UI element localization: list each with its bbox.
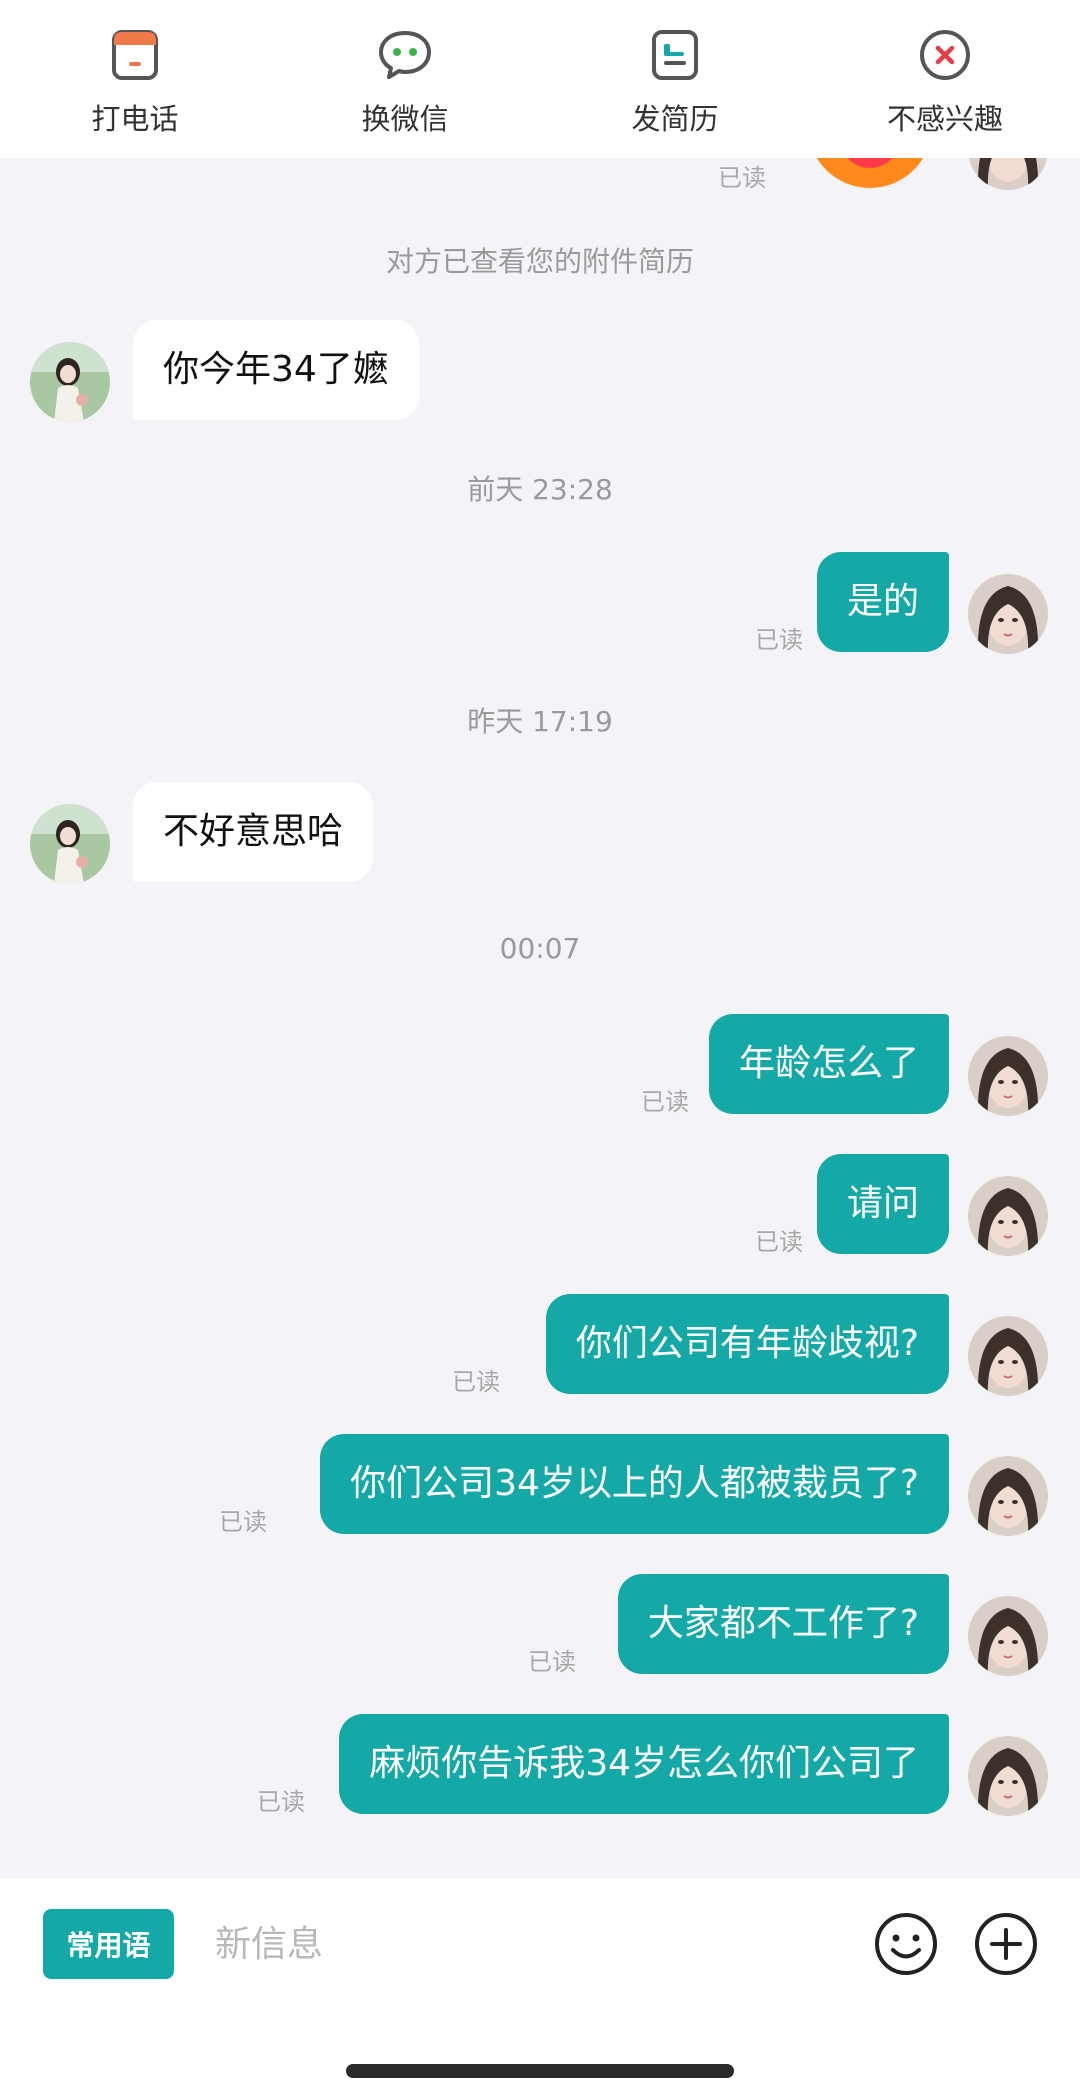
message-bubble-sent[interactable]: 你们公司有年龄歧视? [545,1294,949,1394]
read-status: 已读 [528,1648,576,1676]
not-interested-label: 不感兴趣 [886,102,1003,136]
timestamp: 前天 23:28 [467,473,613,506]
exchange-wechat-label: 换微信 [361,102,449,136]
chat-message-list[interactable]: 已读 对方已查看您的附件简历 你今年34了嬷 前天 23:28 已读 是的 昨天… [0,158,1080,1878]
my-avatar[interactable] [968,1176,1048,1256]
read-status: 已读 [219,1508,267,1536]
not-interested-button[interactable]: 不感兴趣 [845,26,1045,138]
message-composer: 常用语 [0,1878,1080,2098]
message-bubble-sent[interactable]: 你们公司34岁以上的人都被裁员了? [320,1434,949,1534]
send-resume-label: 发简历 [631,102,719,136]
read-status: 已读 [755,1228,803,1256]
recruiter-avatar[interactable] [30,342,110,422]
message-bubble-sent[interactable]: 麻烦你告诉我34岁怎么你们公司了 [339,1714,949,1814]
not-interested-icon [916,26,974,84]
message-bubble-sent[interactable]: 大家都不工作了? [617,1574,949,1674]
read-status: 已读 [718,164,766,192]
partial-sticker [808,158,932,188]
smiley-icon[interactable] [873,1911,939,1977]
common-phrases-button[interactable]: 常用语 [43,1909,174,1979]
my-avatar[interactable] [968,1736,1048,1816]
message-bubble-sent[interactable]: 是的 [816,552,949,652]
recruiter-avatar[interactable] [30,804,110,884]
message-bubble-received[interactable]: 你今年34了嬷 [133,320,419,420]
my-avatar[interactable] [968,1316,1048,1396]
my-avatar[interactable] [968,574,1048,654]
timestamp: 昨天 17:19 [467,705,613,738]
call-button[interactable]: 打电话 [35,26,235,138]
phone-icon [106,26,164,84]
my-avatar[interactable] [968,1596,1048,1676]
exchange-wechat-button[interactable]: 换微信 [305,26,505,138]
read-status: 已读 [452,1368,500,1396]
my-avatar[interactable] [968,158,1048,190]
message-input[interactable] [215,1909,835,1979]
read-status: 已读 [641,1088,689,1116]
plus-circle-icon[interactable] [973,1911,1039,1977]
message-bubble-sent[interactable]: 请问 [816,1154,949,1254]
message-bubble-sent[interactable]: 年龄怎么了 [708,1014,949,1114]
timestamp: 00:07 [499,932,581,965]
call-label: 打电话 [91,102,179,136]
my-avatar[interactable] [968,1036,1048,1116]
wechat-icon [376,26,434,84]
chat-action-bar: 打电话 换微信 发简历 不感兴趣 [0,0,1080,158]
read-status: 已读 [755,626,803,654]
my-avatar[interactable] [968,1456,1048,1536]
read-status: 已读 [257,1788,305,1816]
resume-viewed-notice: 对方已查看您的附件简历 [385,245,694,278]
send-resume-button[interactable]: 发简历 [575,26,775,138]
resume-icon [646,26,704,84]
message-bubble-received[interactable]: 不好意思哈 [133,782,374,882]
home-indicator[interactable] [346,2064,734,2078]
